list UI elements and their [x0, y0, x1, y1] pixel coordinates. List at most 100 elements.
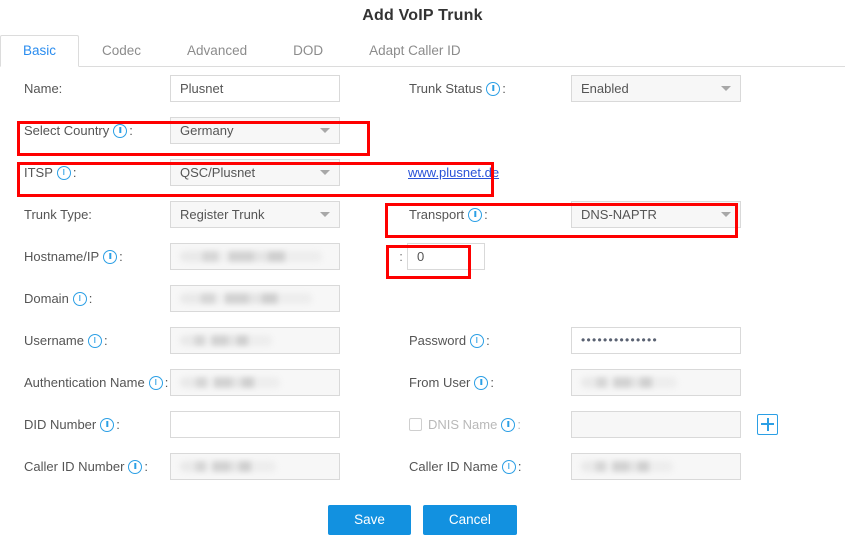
info-icon[interactable]	[128, 460, 143, 474]
caller-id-number-label: Caller ID Number :	[0, 459, 170, 474]
info-icon[interactable]	[56, 166, 71, 180]
hostname-input[interactable]	[170, 242, 340, 270]
tab-codec[interactable]: Codec	[79, 35, 164, 67]
redacted-value	[180, 250, 322, 262]
info-icon[interactable]	[470, 334, 485, 348]
username-input[interactable]	[170, 326, 340, 354]
username-label: Username :	[0, 333, 170, 348]
field-group-port: : 0	[395, 242, 835, 270]
field-group-trunk-status: Trunk Status : Enabled	[395, 74, 835, 102]
caller-id-number-label-text: Caller ID Number	[24, 458, 125, 474]
info-icon[interactable]	[486, 82, 501, 96]
info-icon[interactable]	[501, 418, 516, 432]
trunk-status-select[interactable]: Enabled	[571, 74, 741, 102]
authentication-name-label: Authentication Name :	[0, 375, 170, 390]
transport-label: Transport :	[395, 207, 571, 222]
page-title: Add VoIP Trunk	[362, 7, 483, 24]
did-number-input[interactable]	[170, 410, 340, 438]
colon: :	[486, 332, 490, 348]
field-group-username: Username :	[0, 326, 395, 354]
info-icon[interactable]	[501, 460, 516, 474]
info-icon[interactable]	[87, 334, 102, 348]
caller-id-number-input[interactable]	[170, 452, 340, 480]
chevron-down-icon	[721, 86, 731, 91]
domain-input[interactable]	[170, 284, 340, 312]
host-port-separator: :	[399, 248, 403, 264]
chevron-down-icon	[320, 128, 330, 133]
dnis-name-input[interactable]	[571, 410, 741, 438]
itsp-label: ITSP :	[0, 165, 170, 180]
form-row-callerid: Caller ID Number : Caller ID Name :	[0, 445, 845, 487]
info-icon[interactable]	[103, 250, 118, 264]
itsp-label-text: ITSP	[24, 164, 53, 180]
authentication-name-label-text: Authentication Name	[24, 374, 145, 390]
tab-adapt-caller-id[interactable]: Adapt Caller ID	[346, 35, 484, 67]
password-label-text: Password	[409, 332, 467, 348]
port-input[interactable]: 0	[407, 242, 485, 270]
name-input[interactable]: Plusnet	[170, 74, 340, 102]
field-group-authentication-name: Authentication Name :	[0, 368, 395, 396]
from-user-input[interactable]	[571, 368, 741, 396]
caller-id-name-input[interactable]	[571, 452, 741, 480]
colon: :	[72, 164, 77, 180]
colon: :	[517, 458, 522, 474]
caller-id-name-label-text: Caller ID Name	[409, 458, 498, 474]
itsp-website-link[interactable]: www.plusnet.de	[408, 165, 499, 180]
colon: :	[517, 416, 521, 432]
password-input[interactable]: ••••••••••••••	[571, 326, 741, 354]
save-button[interactable]: Save	[328, 505, 411, 535]
info-icon[interactable]	[72, 292, 87, 306]
hostname-label-text: Hostname/IP	[24, 248, 100, 264]
tab-dod[interactable]: DOD	[270, 35, 346, 67]
form-row-itsp: ITSP : QSC/Plusnet www.plusnet.de	[0, 151, 845, 193]
info-icon[interactable]	[148, 376, 163, 390]
colon: :	[164, 374, 169, 390]
colon: :	[490, 374, 495, 390]
form-row-username-password: Username : Password : ••••••••••••••	[0, 319, 845, 361]
info-icon[interactable]	[100, 418, 115, 432]
redacted-value	[180, 334, 272, 346]
form-row-trunk-type-transport: Trunk Type: Register Trunk Transport : D…	[0, 193, 845, 235]
did-number-label-text: DID Number	[24, 416, 97, 432]
dnis-name-label: DNIS Name :	[395, 417, 571, 432]
select-country-select[interactable]: Germany	[170, 116, 340, 144]
itsp-value: QSC/Plusnet	[180, 164, 256, 180]
field-group-name: Name: Plusnet	[0, 74, 395, 102]
field-group-caller-id-name: Caller ID Name :	[395, 452, 835, 480]
colon: :	[116, 416, 120, 432]
name-label: Name:	[0, 81, 170, 96]
field-group-select-country: Select Country : Germany	[0, 116, 395, 144]
from-user-label: From User :	[395, 375, 571, 390]
authentication-name-input[interactable]	[170, 368, 340, 396]
info-icon[interactable]	[474, 376, 489, 390]
tab-basic[interactable]: Basic	[0, 35, 80, 67]
colon: :	[88, 290, 93, 306]
username-label-text: Username	[24, 332, 84, 348]
from-user-label-text: From User	[409, 374, 471, 390]
dnis-name-checkbox[interactable]	[409, 417, 422, 431]
name-value: Plusnet	[180, 80, 224, 96]
colon: :	[103, 332, 108, 348]
transport-value: DNS-NAPTR	[581, 206, 657, 222]
add-row-button[interactable]	[757, 413, 778, 435]
chevron-down-icon	[320, 170, 330, 175]
redacted-value	[180, 292, 312, 304]
info-icon[interactable]	[113, 124, 128, 138]
transport-select[interactable]: DNS-NAPTR	[571, 200, 741, 228]
form-row-auth-fromuser: Authentication Name : From User :	[0, 361, 845, 403]
itsp-select[interactable]: QSC/Plusnet	[170, 158, 340, 186]
info-icon[interactable]	[468, 208, 483, 222]
trunk-type-value: Register Trunk	[180, 206, 265, 222]
field-group-itsp-link: www.plusnet.de	[395, 165, 835, 180]
trunk-type-select[interactable]: Register Trunk	[170, 200, 340, 228]
domain-label-text: Domain	[24, 290, 69, 306]
cancel-button[interactable]: Cancel	[422, 505, 517, 535]
colon: :	[144, 458, 149, 474]
port-value: 0	[417, 248, 425, 264]
form-row-hostname: Hostname/IP : : 0	[0, 235, 845, 277]
tab-advanced[interactable]: Advanced	[164, 35, 270, 67]
trunk-status-label: Trunk Status :	[395, 81, 571, 96]
trunk-type-label: Trunk Type:	[0, 207, 170, 222]
colon: :	[502, 80, 506, 96]
transport-label-text: Transport	[409, 206, 465, 222]
